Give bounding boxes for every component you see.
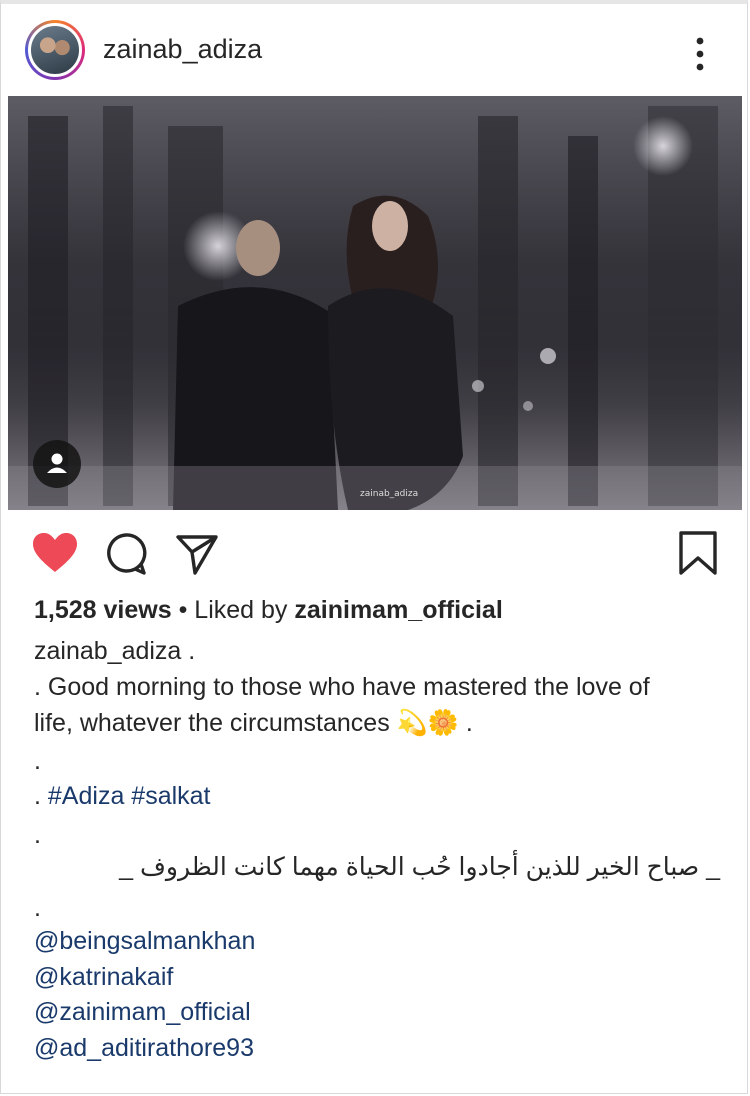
liked-by-prefix: Liked by <box>194 596 288 624</box>
hashtags[interactable]: #Adiza #salkat <box>48 782 211 810</box>
caption-line-2-text: life, whatever the circumstances <box>34 709 390 737</box>
caption-author-line: zainab_adiza . <box>34 636 195 666</box>
share-paper-plane-icon[interactable] <box>175 532 219 576</box>
comment-icon[interactable] <box>104 532 148 576</box>
caption-line-2-end: . <box>465 709 473 737</box>
mention-3[interactable]: @zainimam_official <box>34 997 251 1027</box>
caption-author-suffix: . <box>188 637 196 665</box>
stats-separator: • <box>178 596 188 624</box>
post-username[interactable]: zainab_adiza <box>103 34 262 65</box>
video-watermark: zainab_adiza <box>360 489 418 499</box>
caption-arabic: _ صباح الخير للذين أجادوا حُب الحياة مهم… <box>119 853 720 881</box>
action-bar <box>0 520 750 590</box>
caption-author[interactable]: zainab_adiza <box>34 637 181 665</box>
caption-dot-1: . <box>34 747 41 775</box>
more-vertical-icon[interactable] <box>690 36 710 72</box>
caption-line-1: . Good morning to those who have mastere… <box>34 673 650 701</box>
video-frame: zainab_adiza <box>8 96 742 510</box>
caption-dot-3: . <box>34 894 41 922</box>
bookmark-icon[interactable] <box>678 530 718 576</box>
caption-dot-2: . <box>34 821 41 849</box>
caption-line-2: life, whatever the circumstances 💫🌼 . <box>34 708 473 738</box>
user-tag-icon[interactable] <box>33 440 81 488</box>
avatar[interactable] <box>28 23 82 77</box>
liked-by-user[interactable]: zainimam_official <box>294 596 502 624</box>
stats-line: 1,528 views • Liked by zainimam_official <box>34 595 503 625</box>
mention-2[interactable]: @katrinakaif <box>34 962 173 992</box>
mention-1[interactable]: @beingsalmankhan <box>34 926 255 956</box>
story-ring[interactable] <box>25 20 85 80</box>
heart-filled-icon[interactable] <box>32 532 78 574</box>
mention-4[interactable]: @ad_aditirathore93 <box>34 1033 254 1063</box>
hashtags-line: . #Adiza #salkat <box>34 781 211 811</box>
hashtags-prefix: . <box>34 782 41 810</box>
post-video[interactable]: zainab_adiza <box>8 96 742 510</box>
view-count[interactable]: 1,528 views <box>34 596 172 624</box>
caption-emoji: 💫🌼 <box>396 709 459 737</box>
post-header: zainab_adiza <box>0 6 750 92</box>
